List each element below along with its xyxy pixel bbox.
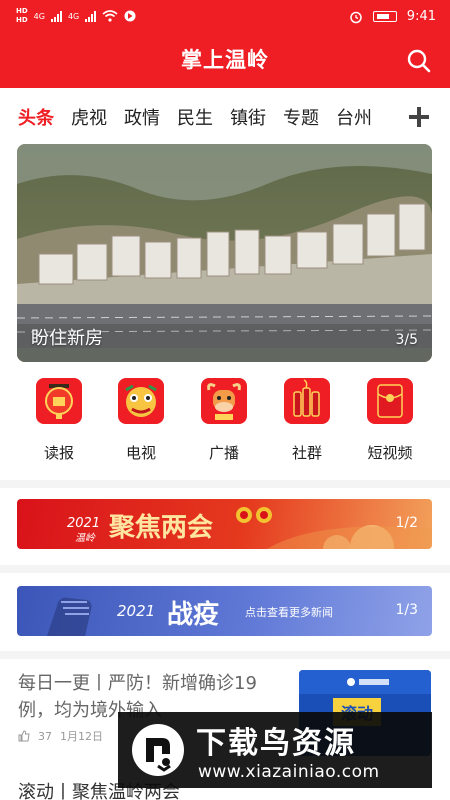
search-icon[interactable] bbox=[406, 48, 432, 74]
quick-link-tv[interactable]: 电视 bbox=[100, 378, 182, 463]
banner-headline: 战疫 bbox=[167, 600, 220, 630]
hd-label-1: HD bbox=[16, 7, 28, 15]
banner-year: 2021 bbox=[117, 602, 156, 620]
ox-icon bbox=[201, 378, 247, 424]
quick-link-label: 电视 bbox=[125, 444, 156, 462]
watermark-url: www.xiazainiao.com bbox=[198, 762, 380, 782]
alarm-icon bbox=[350, 11, 362, 23]
quick-link-short-video[interactable]: 短视频 bbox=[349, 378, 431, 463]
status-right: 9:41 bbox=[349, 9, 436, 24]
status-time: 9:41 bbox=[406, 9, 436, 24]
quick-link-newspaper[interactable]: 读报 bbox=[18, 378, 100, 463]
banner-fight-epidemic[interactable]: 2021 战疫 点击查看更多新闻 1/3 bbox=[17, 586, 432, 636]
quick-link-label: 读报 bbox=[43, 444, 74, 462]
lantern-icon bbox=[36, 378, 82, 424]
emblem-icon bbox=[236, 507, 272, 523]
notification-icon bbox=[124, 10, 136, 22]
carousel-index: 3/5 bbox=[395, 332, 418, 348]
tab-hushi[interactable]: 虎视 bbox=[71, 104, 107, 130]
section-divider bbox=[0, 565, 450, 573]
wifi-icon bbox=[102, 10, 118, 22]
quick-link-label: 短视频 bbox=[367, 444, 413, 462]
bird-logo-icon bbox=[132, 724, 184, 776]
tab-towns[interactable]: 镇街 bbox=[230, 104, 266, 130]
news-likes: 37 bbox=[38, 729, 52, 743]
watermark-overlay: 下载鸟资源 www.xiazainiao.com bbox=[118, 712, 432, 788]
quick-link-label: 广播 bbox=[208, 444, 239, 462]
quick-link-community[interactable]: 社群 bbox=[266, 378, 348, 463]
signal-icon bbox=[50, 10, 62, 22]
app-title: 掌上温岭 bbox=[181, 48, 269, 72]
section-divider bbox=[0, 480, 450, 488]
lion-dance-icon bbox=[118, 378, 164, 424]
like-icon bbox=[18, 730, 30, 742]
news-meta: 37 1月12日 bbox=[18, 728, 103, 744]
red-envelope-icon bbox=[367, 378, 413, 424]
banner-index: 1/2 bbox=[395, 515, 418, 531]
network-label-2: 4G bbox=[67, 11, 80, 21]
signal-icon-2 bbox=[85, 10, 97, 22]
firecracker-icon bbox=[284, 378, 330, 424]
carousel-caption: 盼住新房 bbox=[31, 328, 103, 349]
app-header: HD HD 4G 4G 9:41 掌上温岭 bbox=[0, 0, 450, 88]
tab-topics[interactable]: 专题 bbox=[283, 104, 319, 130]
news-date: 1月12日 bbox=[60, 730, 103, 743]
watermark-title: 下载鸟资源 bbox=[196, 726, 356, 761]
thumbnail-header bbox=[299, 670, 431, 694]
status-left: HD HD 4G 4G bbox=[16, 7, 136, 25]
banner-subtitle: 点击查看更多新闻 bbox=[245, 606, 333, 619]
section-divider bbox=[0, 651, 450, 659]
hd-indicator: HD HD bbox=[16, 7, 28, 25]
tabs-fade bbox=[380, 100, 410, 134]
quick-links: 读报 电视 广播 社群 短视频 bbox=[0, 378, 450, 468]
hd-label-2: HD bbox=[16, 16, 28, 24]
add-channel-icon[interactable] bbox=[408, 106, 430, 128]
banner-two-sessions[interactable]: 2021 温岭 聚焦两会 1/2 bbox=[17, 499, 432, 549]
status-bar: HD HD 4G 4G 9:41 bbox=[0, 0, 450, 36]
quick-link-radio[interactable]: 广播 bbox=[183, 378, 265, 463]
quick-link-label: 社群 bbox=[291, 444, 322, 462]
tab-livelihood[interactable]: 民生 bbox=[177, 104, 213, 130]
banner-headline: 聚焦两会 bbox=[109, 513, 214, 543]
tab-politics[interactable]: 政情 bbox=[124, 104, 160, 130]
tab-taizhou[interactable]: 台州 bbox=[336, 104, 372, 130]
fist-icon bbox=[47, 597, 92, 636]
network-label-1: 4G bbox=[33, 11, 45, 21]
banner-prefix: 温岭 bbox=[75, 533, 95, 544]
tab-headlines[interactable]: 头条 bbox=[18, 104, 54, 130]
headline-carousel[interactable]: 盼住新房 3/5 bbox=[17, 144, 432, 362]
battery-icon bbox=[372, 11, 397, 22]
banner-index: 1/3 bbox=[395, 602, 418, 618]
